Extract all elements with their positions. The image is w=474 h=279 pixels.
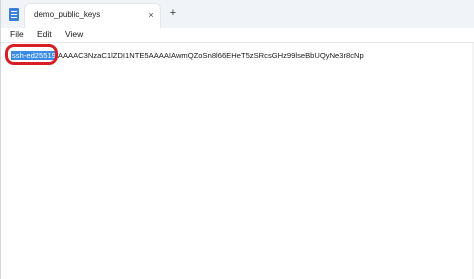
selected-text[interactable]: ssh-ed25519: [11, 51, 57, 60]
notepad-app-icon: [9, 8, 19, 21]
menu-bar: File Edit View: [1, 28, 474, 42]
menu-edit[interactable]: Edit: [37, 28, 52, 40]
text-editor[interactable]: ssh-ed25519 AAAAC3NzaC1lZDI1NTE5AAAAIAwmQ…: [1, 43, 474, 279]
key-text[interactable]: AAAAC3NzaC1lZDI1NTE5AAAAIAwmQZoSn8l66EHe…: [57, 51, 364, 60]
plus-icon[interactable]: +: [167, 7, 179, 19]
menu-file[interactable]: File: [10, 28, 24, 40]
close-icon[interactable]: ×: [146, 9, 156, 21]
tab-demo-public-keys[interactable]: demo_public_keys ×: [24, 3, 161, 28]
text-line[interactable]: ssh-ed25519 AAAAC3NzaC1lZDI1NTE5AAAAIAwmQ…: [11, 50, 364, 62]
menu-view[interactable]: View: [65, 28, 83, 40]
notepad-window: demo_public_keys × + File Edit View ssh-…: [0, 0, 474, 279]
tab-title: demo_public_keys: [34, 10, 101, 19]
title-bar: demo_public_keys × +: [1, 0, 474, 28]
